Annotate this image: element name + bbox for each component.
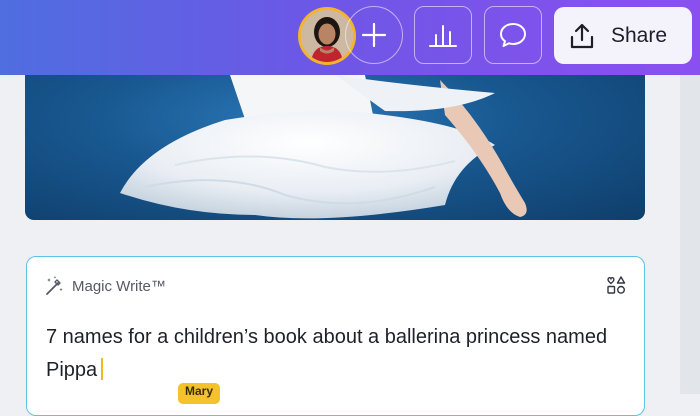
magic-wand-icon bbox=[46, 276, 63, 295]
plus-icon bbox=[361, 22, 387, 48]
top-toolbar: Share bbox=[0, 0, 700, 75]
share-button[interactable]: Share bbox=[554, 7, 692, 64]
comment-button[interactable] bbox=[484, 6, 542, 64]
magic-write-prompt[interactable]: 7 names for a children’s book about a ba… bbox=[46, 321, 616, 387]
magic-write-card[interactable]: Magic Write™ 7 names for a children’s bo… bbox=[26, 256, 645, 416]
elements-button[interactable] bbox=[606, 275, 626, 299]
shapes-icon bbox=[607, 276, 626, 294]
magic-write-title: Magic Write™ bbox=[72, 277, 166, 295]
share-label: Share bbox=[611, 23, 668, 47]
insights-button[interactable] bbox=[414, 6, 472, 64]
bar-chart-icon bbox=[429, 25, 457, 47]
share-upload-icon bbox=[570, 23, 594, 48]
scrollbar-track[interactable] bbox=[680, 75, 700, 394]
comment-icon bbox=[500, 23, 526, 47]
collaborator-cursor bbox=[101, 358, 104, 380]
magic-write-header: Magic Write™ bbox=[43, 275, 166, 297]
ballerina-photo[interactable] bbox=[25, 75, 645, 220]
add-button[interactable] bbox=[345, 6, 403, 64]
prompt-text: 7 names for a children’s book about a ba… bbox=[46, 326, 608, 381]
